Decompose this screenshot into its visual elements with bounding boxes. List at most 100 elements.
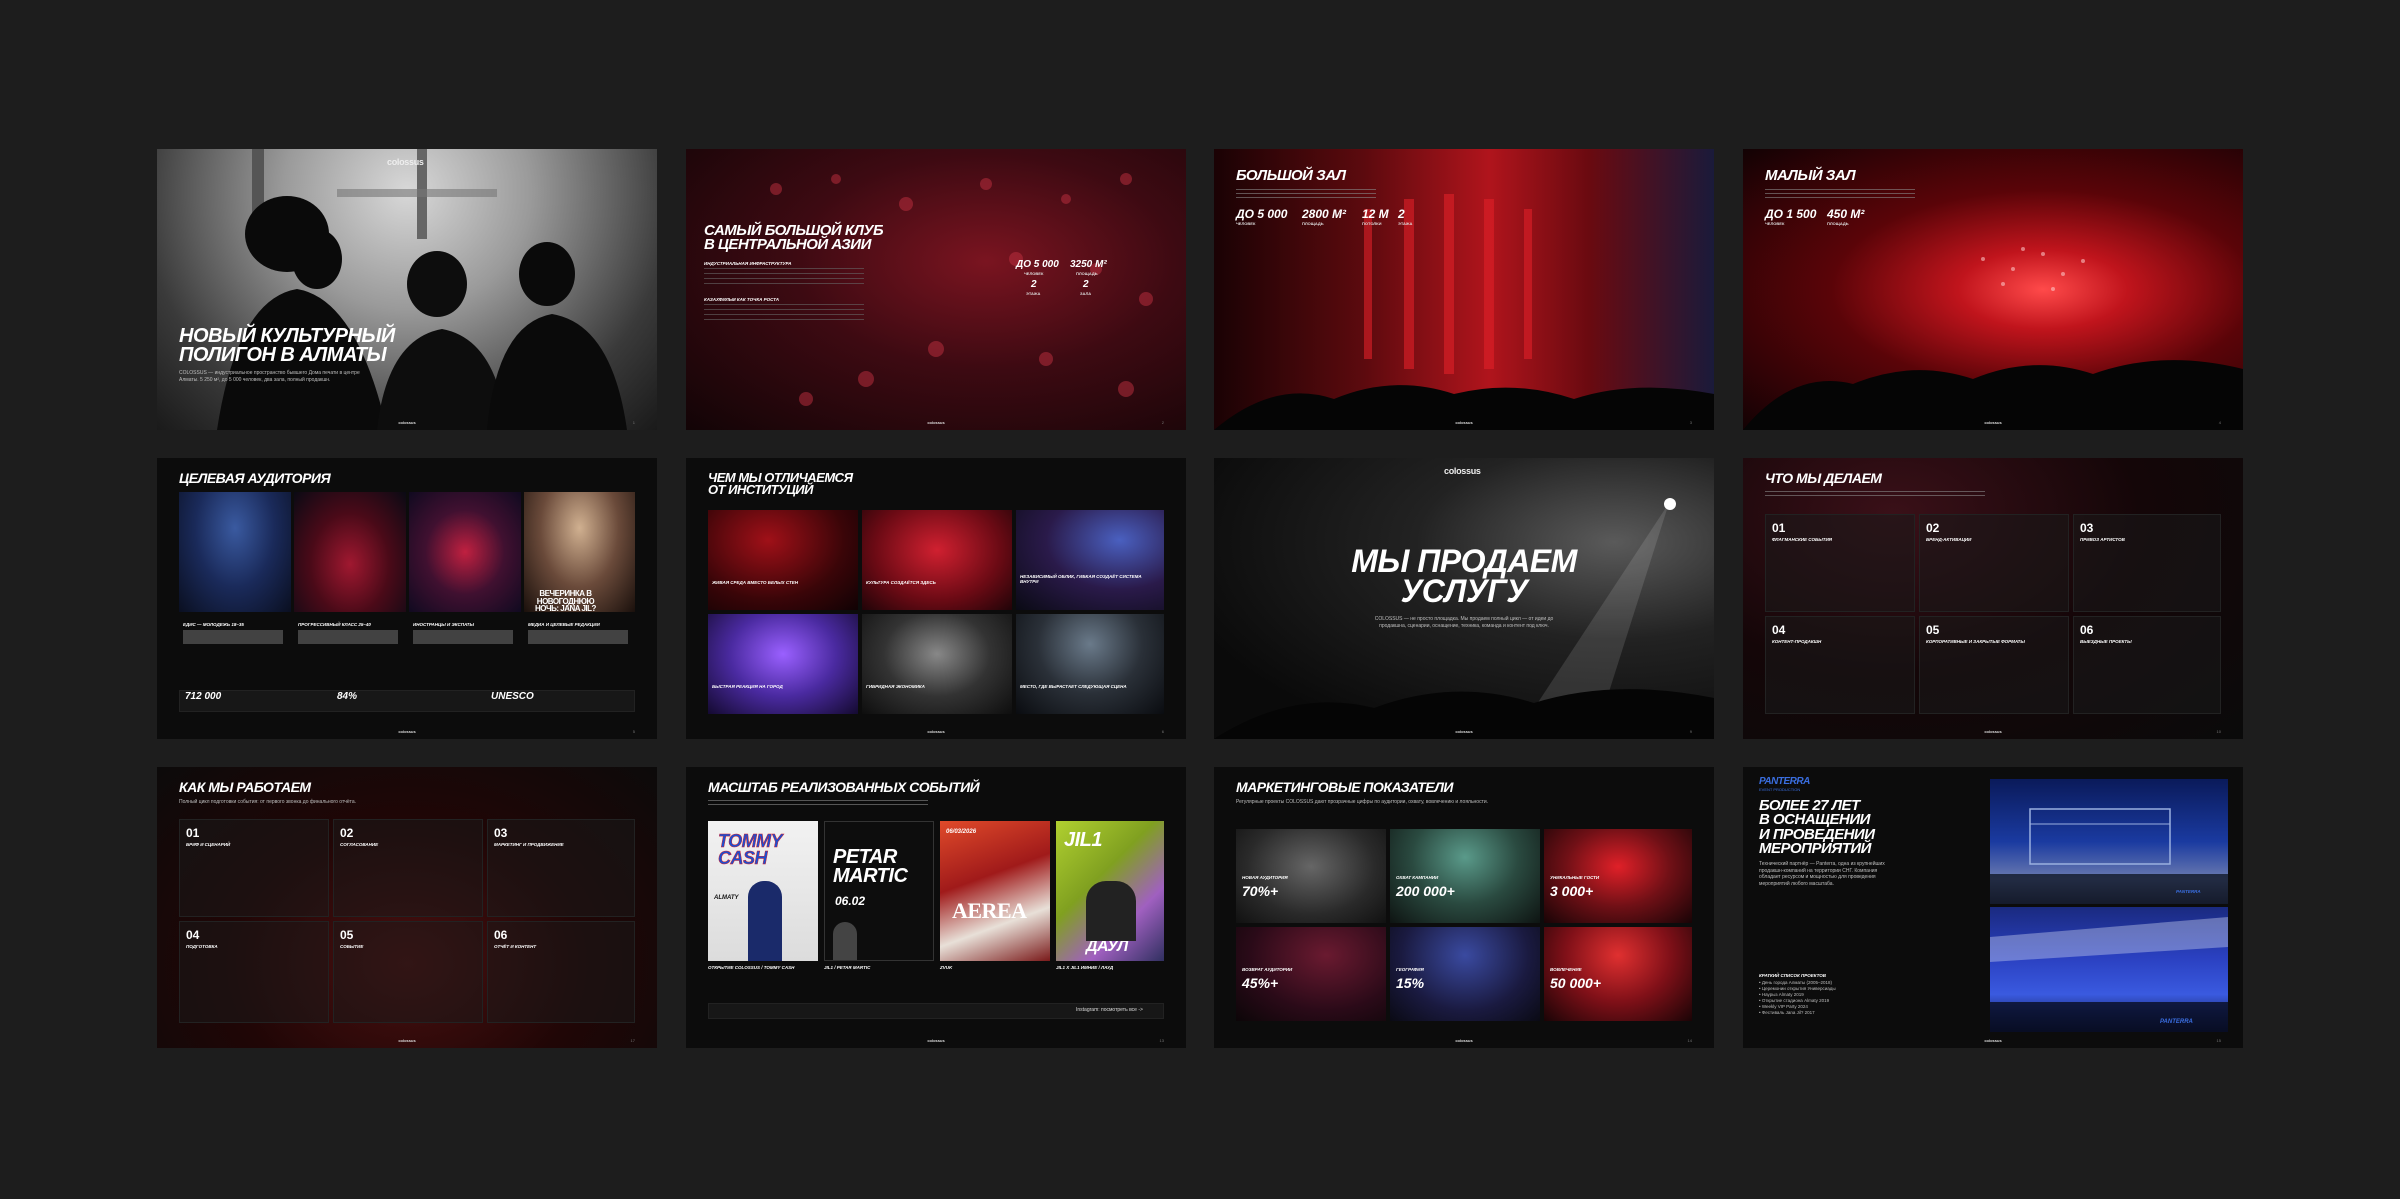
slide-8-card-1-num: 01 bbox=[1772, 521, 1786, 535]
slide-5-stat-3: UNESCO bbox=[491, 691, 534, 702]
slide-6-card-1-label: ЖИВАЯ СРЕДА ВМЕСТО БЕЛЫХ СТЕН bbox=[712, 580, 798, 585]
slide-8-desc bbox=[1765, 491, 1985, 499]
slide-12-list-4: • Открытие стадиона Almaty 2019 bbox=[1759, 998, 1830, 1003]
page-number: 4 bbox=[2218, 420, 2221, 425]
slide-11-card-6-label: ВОВЛЕЧЕНИЕ bbox=[1550, 967, 1582, 972]
slide-11-card-6: ВОВЛЕЧЕНИЕ 50 000+ bbox=[1544, 927, 1692, 1021]
slide-11-card-3-label: УНИКАЛЬНЫЕ ГОСТИ bbox=[1550, 875, 1600, 880]
slide-8-card-3: 03 ПРИВОЗ АРТИСТОВ bbox=[2073, 514, 2221, 612]
slide-5-photo-3 bbox=[409, 492, 521, 612]
slide-12-list-1: • День города Алматы (2005–2018) bbox=[1759, 980, 1832, 985]
slide-4-text bbox=[1765, 189, 1915, 199]
slide-12-list-title: КРАТКИЙ СПИСОК ПРОЕКТОВ bbox=[1759, 973, 1827, 978]
slide-9-card-5-num: 05 bbox=[340, 928, 354, 942]
slide-2-stat-3: 2 bbox=[1031, 279, 1037, 290]
footer-logo: colossus bbox=[1455, 1038, 1473, 1043]
slide-11-card-2-value: 200 000+ bbox=[1396, 883, 1455, 899]
slide-10-poster-1-sub: ALMATY bbox=[714, 895, 739, 901]
slide-10-link[interactable]: Instagram: посмотреть все -> bbox=[1076, 1007, 1143, 1014]
slide-8[interactable]: ЧТО МЫ ДЕЛАЕМ 01 ФЛАГМАНСКИЕ СОБЫТИЯ 02 … bbox=[1743, 458, 2243, 739]
slide-10-desc bbox=[708, 800, 928, 808]
slide-12-list-2: • Церемонии открытия Универсиады bbox=[1759, 986, 1836, 991]
slide-3[interactable]: БОЛЬШОЙ ЗАЛ ДО 5 000 ЧЕЛОВЕК 2800 М² ПЛО… bbox=[1214, 149, 1714, 430]
slide-8-card-5: 05 КОРПОРАТИВНЫЕ И ЗАКРЫТЫЕ ФОРМАТЫ bbox=[1919, 616, 2069, 714]
slide-8-card-3-num: 03 bbox=[2080, 521, 2094, 535]
slide-7-footer: colossus 9 bbox=[1236, 729, 1692, 735]
footer-logo: colossus bbox=[1984, 729, 2002, 734]
slide-11-card-6-value: 50 000+ bbox=[1550, 975, 1601, 991]
footer-logo: colossus bbox=[1455, 420, 1473, 425]
slide-9-footer: colossus 17 bbox=[179, 1038, 635, 1044]
slide-12-photo-1-tag: PANTERRA bbox=[2176, 889, 2201, 894]
slide-10-poster-4-figure bbox=[1086, 881, 1136, 941]
page-number: 1 bbox=[632, 420, 635, 425]
slide-6-card-5 bbox=[862, 614, 1012, 714]
slide-6-card-4 bbox=[708, 614, 858, 714]
slide-11[interactable]: МАРКЕТИНГОВЫЕ ПОКАЗАТЕЛИ Регулярные прое… bbox=[1214, 767, 1714, 1048]
slide-10-poster-2-cap: JIL1 / PETAR MARTIC bbox=[824, 965, 871, 970]
page-number: 13 bbox=[1159, 1038, 1164, 1043]
slide-11-card-1-value: 70%+ bbox=[1242, 883, 1279, 899]
footer-logo: colossus bbox=[398, 420, 416, 425]
slide-2-stat-2: 3250 М² bbox=[1070, 259, 1107, 270]
slide-1[interactable]: colossus НОВЫЙ КУЛЬТУРНЫЙ ПОЛИГОН В АЛМА… bbox=[157, 149, 657, 430]
slide-7-logo: colossus bbox=[1444, 466, 1481, 476]
slide-2-text1 bbox=[704, 268, 864, 284]
footer-logo: colossus bbox=[927, 729, 945, 734]
slide-2-stat-4: 2 bbox=[1083, 279, 1089, 290]
slide-9-title: КАК МЫ РАБОТАЕМ bbox=[179, 779, 311, 795]
slide-12-brand-sub: EVENT PRODUCTION bbox=[1759, 787, 1801, 792]
slide-10[interactable]: МАСШТАБ РЕАЛИЗОВАННЫХ СОБЫТИЙ TOMMY CASH… bbox=[686, 767, 1186, 1048]
slide-10-poster-2: PETAR MARTIC 06.02 bbox=[824, 821, 934, 961]
slide-2-footer: colossus 2 bbox=[708, 420, 1164, 426]
slide-8-card-3-title: ПРИВОЗ АРТИСТОВ bbox=[2080, 537, 2125, 542]
page-number: 17 bbox=[630, 1038, 635, 1043]
slide-11-card-2: ОХВАТ КАМПАНИИ 200 000+ bbox=[1390, 829, 1540, 923]
slide-9-card-4-title: ПОДГОТОВКА bbox=[186, 944, 218, 949]
slide-8-card-5-num: 05 bbox=[1926, 623, 1940, 637]
slide-12-photo-2: PANTERRA bbox=[1990, 907, 2228, 1032]
slide-6-card-5-label: ГИБРИДНАЯ ЭКОНОМИКА bbox=[866, 684, 925, 689]
slides-grid: colossus НОВЫЙ КУЛЬТУРНЫЙ ПОЛИГОН В АЛМА… bbox=[157, 149, 2243, 1048]
slide-6-card-6-label: МЕСТО, ГДЕ ВЫРАСТАЕТ СЛЕДУЮЩАЯ СЦЕНА bbox=[1020, 684, 1127, 689]
slide-4-stat-2-label: ПЛОЩАДЬ bbox=[1827, 221, 1849, 226]
slide-5-stat-bar bbox=[179, 690, 635, 712]
slide-2[interactable]: САМЫЙ БОЛЬШОЙ КЛУБ В ЦЕНТРАЛЬНОЙ АЗИИ ИН… bbox=[686, 149, 1186, 430]
slide-3-stat-4-label: ЭТАЖА bbox=[1398, 221, 1413, 226]
slide-3-stat-1: ДО 5 000 bbox=[1236, 207, 1288, 221]
page-number: 10 bbox=[2216, 729, 2221, 734]
slide-4-stat-1: ДО 1 500 bbox=[1765, 207, 1817, 221]
slide-5[interactable]: ЦЕЛЕВАЯ АУДИТОРИЯ ВЕЧЕРИНКА В НОВОГОДНЮЮ… bbox=[157, 458, 657, 739]
slide-8-card-6-num: 06 bbox=[2080, 623, 2094, 637]
slide-4[interactable]: МАЛЫЙ ЗАЛ ДО 1 500 ЧЕЛОВЕК 450 М² ПЛОЩАД… bbox=[1743, 149, 2243, 430]
slide-12-brand: PANTERRA bbox=[1759, 776, 1810, 787]
slide-10-footer: colossus 13 bbox=[708, 1038, 1164, 1044]
slide-12-stage-2 bbox=[1990, 917, 2228, 1032]
page-number: 14 bbox=[1687, 1038, 1692, 1043]
slide-7[interactable]: colossus МЫ ПРОДАЕМ УСЛУГУ COLOSSUS — не… bbox=[1214, 458, 1714, 739]
slide-8-card-1-title: ФЛАГМАНСКИЕ СОБЫТИЯ bbox=[1772, 537, 1832, 542]
slide-6-card-3 bbox=[1016, 510, 1164, 610]
slide-9-card-2-num: 02 bbox=[340, 826, 354, 840]
slide-9-card-1-title: БРИФ И СЦЕНАРИЙ bbox=[186, 842, 231, 847]
slide-11-card-5: ГЕОГРАФИЯ 15% bbox=[1390, 927, 1540, 1021]
slide-6-card-2-label: КУЛЬТУРА СОЗДАЁТСЯ ЗДЕСЬ bbox=[866, 580, 936, 585]
slide-10-poster-1: TOMMY CASH ALMATY bbox=[708, 821, 818, 961]
slide-12-list-3: • Наурыз Almaty 2019 bbox=[1759, 992, 1804, 997]
slide-2-stat-2-label: ПЛОЩАДЬ bbox=[1076, 271, 1098, 276]
slide-2-text2 bbox=[704, 304, 864, 320]
slide-3-footer: colossus 3 bbox=[1236, 420, 1692, 426]
page-number: 6 bbox=[1161, 729, 1164, 734]
slide-5-photo-1 bbox=[179, 492, 291, 612]
slide-5-footer: colossus 5 bbox=[179, 729, 635, 735]
slide-8-card-4-num: 04 bbox=[1772, 623, 1786, 637]
slide-6[interactable]: ЧЕМ МЫ ОТЛИЧАЕМСЯ ОТ ИНСТИТУЦИЙ ЖИВАЯ СР… bbox=[686, 458, 1186, 739]
slide-10-poster-1-figure bbox=[748, 881, 782, 961]
slide-8-footer: colossus 10 bbox=[1765, 729, 2221, 735]
slide-12[interactable]: PANTERRA EVENT PRODUCTION БОЛЕЕ 27 ЛЕТ В… bbox=[1743, 767, 2243, 1048]
slide-9[interactable]: КАК МЫ РАБОТАЕМ Полный цикл подготовки с… bbox=[157, 767, 657, 1048]
slide-10-poster-3-cap: ZVUK bbox=[940, 965, 953, 970]
slide-11-desc: Регулярные проекты COLOSSUS дают прозрач… bbox=[1236, 799, 1489, 805]
slide-11-card-5-value: 15% bbox=[1396, 975, 1425, 991]
slide-5-photo-2 bbox=[294, 492, 406, 612]
